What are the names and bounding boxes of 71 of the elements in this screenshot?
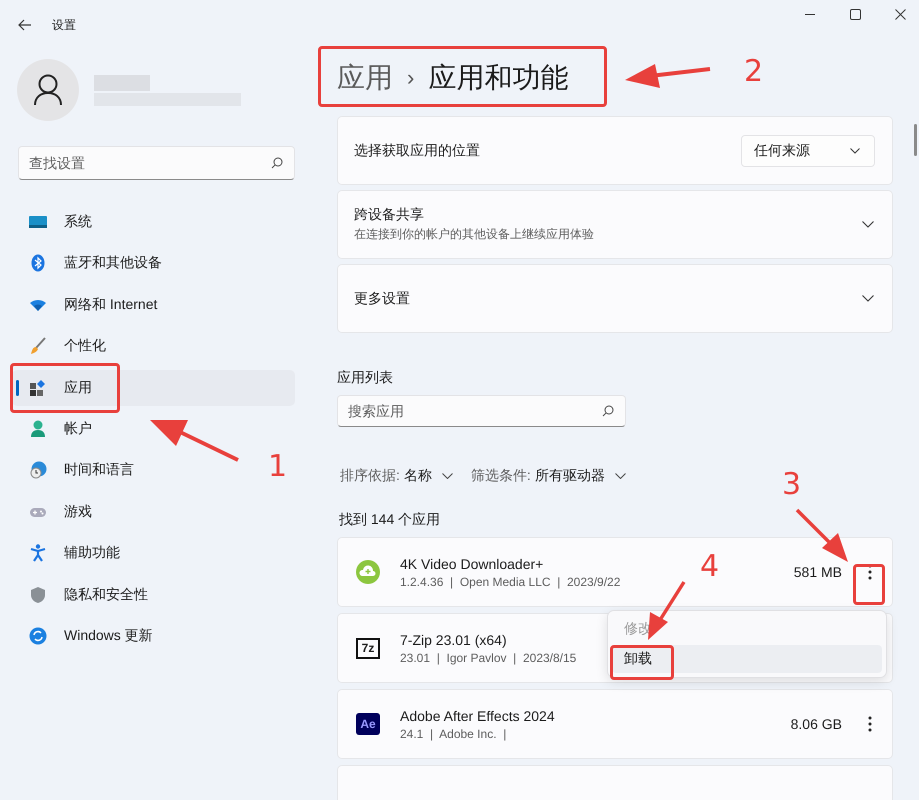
nav-item[interactable]: Windows 更新 [12,618,163,654]
window-title: 设置 [52,16,76,34]
chevron-down-icon [614,473,626,479]
app-size: 8.06 GB [790,716,842,732]
apps-icon [29,378,47,397]
app-logo: Ae [356,713,380,735]
chevron-down-icon [442,473,453,479]
highlight-frame [610,645,674,680]
chevron-down-icon [850,148,860,154]
search-icon [602,405,614,417]
setting-description: 在连接到你的帐户的其他设备上继续应用体验 [354,226,595,243]
annotation-number: 2 [744,57,764,87]
nav-item[interactable]: 游戏 [12,494,102,530]
annotation-number: 1 [268,452,288,482]
nav-item[interactable]: 系统 [12,204,102,240]
person-icon [29,420,47,438]
nav-item[interactable]: 蓝牙和其他设备 [12,245,172,282]
app-details: 1.2.4.36 | Open Media LLC | 2023/9/22 [400,574,620,588]
breadcrumb-separator: › [407,65,414,91]
search-field[interactable]: 查找设置 [18,146,295,180]
nav-item[interactable]: 隐私和安全性 [12,576,158,613]
annotation-number: 3 [782,470,802,500]
annotation-arrow [796,508,848,562]
app-details: 24.1 | Adobe Inc. | [400,726,506,740]
chevron-down-icon[interactable] [862,221,874,228]
app-name: 7-Zip 23.01 (x64) [400,632,507,648]
source-dropdown[interactable]: 任何来源 [741,134,875,166]
brush-icon [29,337,47,356]
more-options-icon[interactable] [868,716,872,732]
search-icon [271,157,283,169]
app-logo: 7z [356,638,380,658]
scrollbar-thumb[interactable] [914,124,917,156]
setting-title: 跨设备共享 [354,206,425,224]
nav-item[interactable]: 时间和语言 [12,452,144,488]
nav-item[interactable]: 个性化 [12,328,116,364]
maximize-icon[interactable] [850,9,861,20]
settings-card[interactable]: 跨设备共享 在连接到你的帐户的其他设备上继续应用体验 [337,190,893,259]
nav-item[interactable]: 帐户 [12,410,102,447]
cloud-icon [356,560,380,584]
nav-item[interactable]: 应用 [12,370,295,406]
accessibility-icon [29,544,47,562]
monitor-icon [29,213,47,231]
close-icon[interactable] [895,9,906,20]
breadcrumb-link[interactable]: 应用 [337,59,393,97]
chevron-down-icon[interactable] [862,295,874,302]
app-size: 581 MB [794,564,842,580]
menu-item[interactable]: 卸载 [612,645,882,673]
app-row[interactable]: Ae Adobe After Effects 2024 24.1 | Adobe Inc. | 8.06 GB [337,689,893,759]
filter-dropdown[interactable]: 筛选条件: 所有驱动器 [470,467,626,485]
search-field[interactable]: 搜索应用 [337,395,626,427]
setting-title: 更多设置 [354,290,411,308]
annotation-number: 4 [700,552,720,582]
bluetooth-icon [29,254,47,272]
annotation-arrow [648,581,686,640]
nav-item[interactable]: 网络和 Internet [12,286,168,323]
result-count: 找到 144 个应用 [338,511,442,529]
app-name: 4K Video Downloader+ [400,556,544,572]
app-name: Adobe After Effects 2024 [400,708,555,724]
shield-icon [29,586,47,604]
app-details: 23.01 | Igor Pavlov | 2023/8/15 [400,650,576,664]
section-heading: 应用列表 [337,369,394,387]
sort-dropdown[interactable]: 排序依据: 名称 [340,467,453,485]
page-title: 应用和功能 [428,61,568,95]
clock-icon [29,461,47,480]
refresh-icon [29,626,47,645]
setting-title: 选择获取应用的位置 [354,142,481,160]
settings-card[interactable]: 更多设置 [337,264,893,333]
settings-card[interactable]: 选择获取应用的位置 任何来源 [337,116,893,185]
highlight-frame [853,564,885,605]
back-arrow-icon[interactable] [18,19,32,31]
nav-item[interactable]: 辅助功能 [12,535,130,572]
